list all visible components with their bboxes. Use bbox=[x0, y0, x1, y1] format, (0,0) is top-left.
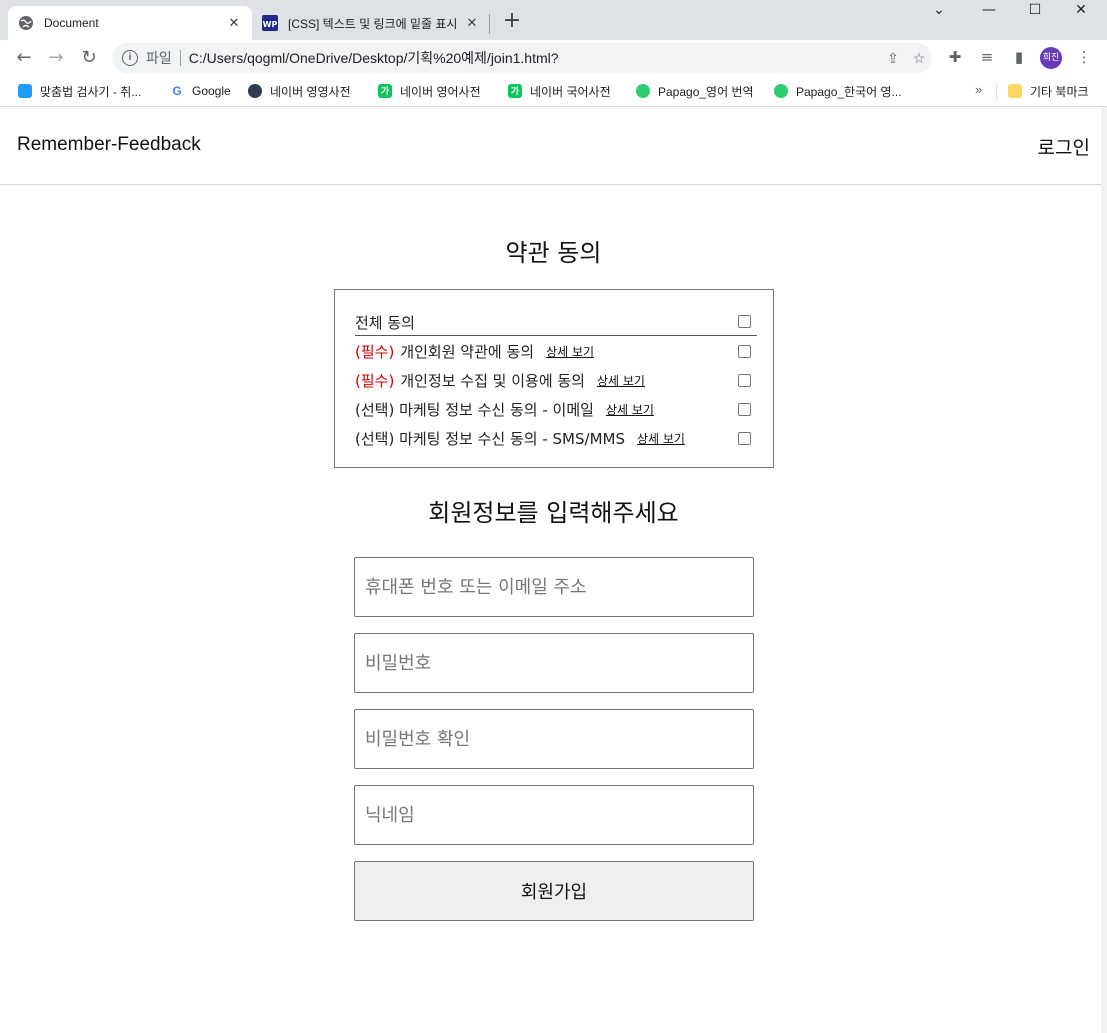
terms-heading: 약관 동의 bbox=[505, 239, 602, 267]
info-icon[interactable]: i bbox=[122, 50, 138, 66]
terms-box: 전체 동의 (필수) 개인회원 약관에 동의 상세 보기 (필수) 개인정보 수… bbox=[334, 289, 774, 468]
term-row-privacy: (필수) 개인정보 수집 및 이용에 동의 상세 보기 bbox=[355, 368, 757, 392]
signup-button[interactable]: 회원가입 bbox=[354, 861, 754, 921]
required-tag: (필수) bbox=[355, 342, 395, 361]
folder-icon bbox=[1008, 84, 1022, 98]
required-tag: (필수) bbox=[355, 371, 395, 390]
side-panel-icon[interactable]: ▮ bbox=[1008, 48, 1030, 68]
wp-icon: WP bbox=[262, 15, 278, 31]
browser-toolbar: ← → ↻ i 파일 C:/Users/qogml/OneDrive/Deskt… bbox=[0, 40, 1107, 76]
tab-css-article[interactable]: WP [CSS] 텍스트 및 링크에 밑줄 표시 ✕ bbox=[252, 6, 490, 40]
term-checkbox[interactable] bbox=[738, 431, 751, 445]
term-checkbox[interactable] bbox=[738, 344, 751, 358]
tab-title: [CSS] 텍스트 및 링크에 밑줄 표시 bbox=[288, 16, 458, 31]
reload-icon[interactable]: ↻ bbox=[77, 46, 101, 70]
term-row-all: 전체 동의 bbox=[355, 309, 757, 336]
bookmark-naver-en-en[interactable]: 네이버 영영사전 bbox=[248, 82, 351, 100]
view-detail-link[interactable]: 상세 보기 bbox=[597, 372, 645, 389]
tab-title: Document bbox=[44, 16, 99, 30]
term-label: 개인정보 수집 및 이용에 동의 bbox=[400, 371, 585, 390]
browser-chrome: Document ✕ WP [CSS] 텍스트 및 링크에 밑줄 표시 ✕ + … bbox=[0, 0, 1107, 107]
term-row-service: (필수) 개인회원 약관에 동의 상세 보기 bbox=[355, 339, 757, 363]
term-label: 개인회원 약관에 동의 bbox=[400, 342, 535, 361]
forward-arrow-icon[interactable]: → bbox=[44, 46, 68, 70]
bookmark-spellcheck[interactable]: 맞춤법 검사기 - 취... bbox=[18, 82, 141, 100]
page-viewport: Remember-Feedback 로그인 약관 동의 전체 동의 (필수) 개… bbox=[0, 107, 1107, 1033]
close-tab-icon[interactable]: ✕ bbox=[464, 15, 480, 31]
tab-document[interactable]: Document ✕ bbox=[8, 6, 252, 40]
bookmark-google[interactable]: G Google bbox=[170, 82, 231, 100]
tab-divider bbox=[489, 14, 490, 34]
view-detail-link[interactable]: 상세 보기 bbox=[637, 430, 685, 447]
term-label: (선택) 마케팅 정보 수신 동의 - SMS/MMS bbox=[355, 429, 625, 448]
view-detail-link[interactable]: 상세 보기 bbox=[606, 401, 654, 418]
svg-text:WP: WP bbox=[263, 20, 278, 29]
login-link[interactable]: 로그인 bbox=[1038, 133, 1090, 160]
bookmark-label: 네이버 국어사전 bbox=[530, 84, 611, 99]
bookmark-naver-ko[interactable]: 가 네이버 국어사전 bbox=[508, 82, 611, 100]
dictionary-icon bbox=[248, 84, 262, 98]
bookmark-star-icon[interactable]: ☆ bbox=[906, 50, 932, 67]
bookmark-label: 기타 북마크 bbox=[1030, 84, 1089, 99]
media-control-icon[interactable]: ≡ bbox=[976, 48, 998, 68]
maximize-button[interactable]: ☐ bbox=[1012, 2, 1058, 22]
password-input[interactable] bbox=[354, 633, 754, 693]
spellcheck-icon bbox=[18, 84, 32, 98]
bookmark-papago-en[interactable]: Papago_영어 번역 bbox=[636, 82, 754, 100]
phone-email-input[interactable] bbox=[354, 557, 754, 617]
close-window-button[interactable]: ✕ bbox=[1058, 2, 1104, 22]
bookmark-papago-ko[interactable]: Papago_한국어 영... bbox=[774, 82, 902, 100]
agree-all-label: 전체 동의 bbox=[355, 313, 415, 332]
nickname-input[interactable] bbox=[354, 785, 754, 845]
extensions-icon[interactable]: ✚ bbox=[944, 48, 966, 68]
bookmark-label: Papago_영어 번역 bbox=[658, 84, 754, 99]
share-icon[interactable]: ⇪ bbox=[880, 50, 906, 67]
minimize-button[interactable]: — bbox=[966, 2, 1012, 22]
papago-icon bbox=[636, 84, 650, 98]
site-header: Remember-Feedback 로그인 bbox=[0, 107, 1107, 185]
google-icon: G bbox=[170, 84, 184, 98]
address-divider bbox=[179, 50, 181, 66]
globe-icon bbox=[18, 15, 34, 31]
term-row-marketing-sms: (선택) 마케팅 정보 수신 동의 - SMS/MMS 상세 보기 bbox=[355, 426, 757, 450]
term-checkbox[interactable] bbox=[738, 402, 751, 416]
bookmarks-divider bbox=[996, 84, 997, 100]
term-row-marketing-email: (선택) 마케팅 정보 수신 동의 - 이메일 상세 보기 bbox=[355, 397, 757, 421]
papago-icon bbox=[774, 84, 788, 98]
site-brand[interactable]: Remember-Feedback bbox=[17, 134, 201, 156]
address-scheme: 파일 bbox=[146, 50, 172, 66]
naver-dictionary-icon: 가 bbox=[378, 84, 392, 98]
signup-form-heading: 회원정보를 입력해주세요 bbox=[428, 499, 679, 527]
bookmark-label: 네이버 영어사전 bbox=[400, 84, 481, 99]
term-label: (선택) 마케팅 정보 수신 동의 - 이메일 bbox=[355, 400, 594, 419]
bookmark-other-folder[interactable]: 기타 북마크 bbox=[1008, 82, 1089, 100]
view-detail-link[interactable]: 상세 보기 bbox=[546, 343, 594, 360]
bookmark-label: Papago_한국어 영... bbox=[796, 84, 902, 99]
term-checkbox[interactable] bbox=[738, 373, 751, 387]
window-edge bbox=[1101, 107, 1107, 1033]
address-url[interactable]: C:/Users/qogml/OneDrive/Desktop/기획%20예제/… bbox=[189, 48, 880, 68]
bookmark-naver-en[interactable]: 가 네이버 영어사전 bbox=[378, 82, 481, 100]
bookmarks-overflow-icon[interactable]: » bbox=[975, 82, 982, 97]
password-confirm-input[interactable] bbox=[354, 709, 754, 769]
menu-kebab-icon[interactable]: ⋮ bbox=[1073, 48, 1095, 68]
profile-avatar[interactable]: 희진 bbox=[1040, 47, 1062, 69]
tab-search-icon[interactable]: ⌄ bbox=[916, 2, 962, 22]
bookmark-label: 네이버 영영사전 bbox=[270, 84, 351, 99]
bookmark-label: Google bbox=[192, 84, 231, 98]
agree-all-checkbox[interactable] bbox=[738, 315, 751, 328]
tab-strip: Document ✕ WP [CSS] 텍스트 및 링크에 밑줄 표시 ✕ + … bbox=[0, 0, 1107, 40]
bookmarks-bar: 맞춤법 검사기 - 취... G Google 네이버 영영사전 가 네이버 영… bbox=[0, 76, 1107, 107]
new-tab-button[interactable]: + bbox=[500, 10, 524, 34]
naver-dictionary-icon: 가 bbox=[508, 84, 522, 98]
bookmark-label: 맞춤법 검사기 - 취... bbox=[40, 84, 142, 99]
address-bar[interactable]: i 파일 C:/Users/qogml/OneDrive/Desktop/기획%… bbox=[112, 43, 932, 73]
close-tab-icon[interactable]: ✕ bbox=[226, 15, 242, 31]
back-arrow-icon[interactable]: ← bbox=[12, 46, 36, 70]
